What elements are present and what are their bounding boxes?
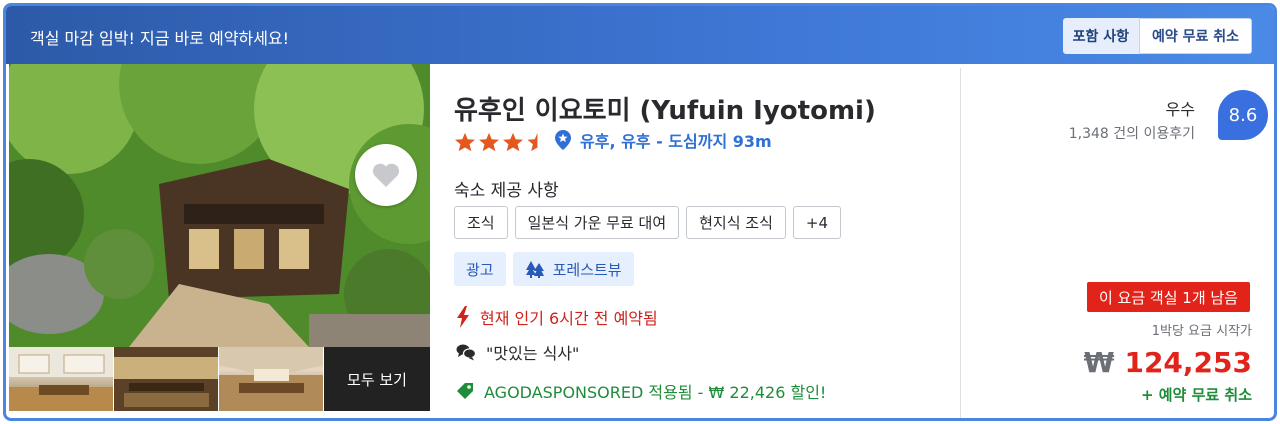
promo-text: AGODASPONSORED 적용됨 - ₩ 22,426 할인!: [484, 383, 827, 402]
included-tag: 포함 사항: [1062, 18, 1139, 54]
thumbnail-1[interactable]: [9, 347, 114, 411]
popularity-notice: 현재 인기 6시간 전 예약됨: [456, 305, 658, 329]
lightning-icon: [457, 306, 469, 328]
thumbnail-2[interactable]: [114, 347, 219, 411]
half-star-icon: [527, 132, 538, 152]
main-photo-image: [9, 64, 430, 347]
forest-view-label: 포레스트뷰: [552, 260, 622, 279]
banner-tags: 포함 사항 예약 무료 취소: [1062, 18, 1252, 54]
view-all-photos-button[interactable]: 모두 보기: [324, 347, 430, 411]
main-photo[interactable]: [9, 64, 430, 347]
thumbnail-3[interactable]: [219, 347, 324, 411]
thumbnail-2-image: [114, 347, 218, 411]
facility-chip: 현지식 조식: [686, 206, 786, 239]
column-divider: [960, 68, 961, 418]
review-score-badge[interactable]: 8.6: [1218, 90, 1268, 140]
hotel-card[interactable]: 객실 마감 임박! 지금 바로 예약하세요! 포함 사항 예약 무료 취소 모두…: [3, 3, 1277, 421]
facility-chips: 조식 일본식 가운 무료 대여 현지식 조식 +4: [454, 206, 842, 239]
price[interactable]: ₩ 124,253: [1084, 346, 1252, 379]
price-currency: ₩: [1083, 346, 1115, 379]
hotel-name[interactable]: 유후인 이요토미 (Yufuin Iyotomi): [454, 90, 876, 127]
star-icon: [479, 132, 499, 152]
free-cancel-tag: 예약 무료 취소: [1138, 18, 1252, 54]
facility-chip: 일본식 가운 무료 대여: [514, 206, 680, 239]
thumbnail-3-image: [219, 347, 323, 411]
chat-bubbles-icon: [456, 344, 476, 361]
price-note: 1박당 요금 시작가: [1151, 324, 1252, 339]
facilities-title: 숙소 제공 사항: [454, 181, 559, 201]
review-count[interactable]: 1,348 건의 이용후기: [1069, 123, 1195, 143]
map-pin-icon: [555, 130, 571, 150]
popularity-text: 현재 인기 6시간 전 예약됨: [480, 309, 658, 328]
star-rating: [454, 132, 538, 152]
ad-badge: 광고: [454, 252, 506, 286]
facility-chip: 조식: [454, 206, 508, 239]
price-tag-icon: [457, 383, 473, 399]
banner-text: 객실 마감 임박! 지금 바로 예약하세요!: [30, 29, 290, 48]
favorite-button[interactable]: [355, 144, 417, 206]
location-text: 유후, 유후 - 도심까지 93m: [580, 132, 772, 151]
thumbnail-strip: 모두 보기: [9, 347, 430, 411]
free-cancellation-text: + 예약 무료 취소: [1140, 386, 1252, 404]
badges: 광고 포레스트뷰: [454, 252, 634, 286]
star-icon: [503, 132, 523, 152]
forest-view-badge: 포레스트뷰: [512, 252, 634, 286]
star-icon: [455, 132, 475, 152]
urgency-banner: 객실 마감 임박! 지금 바로 예약하세요! 포함 사항 예약 무료 취소: [6, 6, 1274, 64]
location-link[interactable]: 유후, 유후 - 도심까지 93m: [554, 128, 772, 152]
review-quote: "맛있는 식사": [486, 344, 580, 363]
review-snippet: "맛있는 식사": [456, 340, 579, 364]
heart-icon: [372, 163, 400, 187]
scarcity-badge: 이 요금 객실 1개 남음: [1086, 282, 1250, 312]
thumbnail-1-image: [9, 347, 113, 411]
promo-notice: AGODASPONSORED 적용됨 - ₩ 22,426 할인!: [456, 379, 826, 403]
rating-label: 우수: [1165, 100, 1195, 119]
price-amount: 124,253: [1124, 346, 1252, 379]
more-facilities-chip[interactable]: +4: [792, 206, 842, 239]
trees-icon: [525, 261, 544, 278]
